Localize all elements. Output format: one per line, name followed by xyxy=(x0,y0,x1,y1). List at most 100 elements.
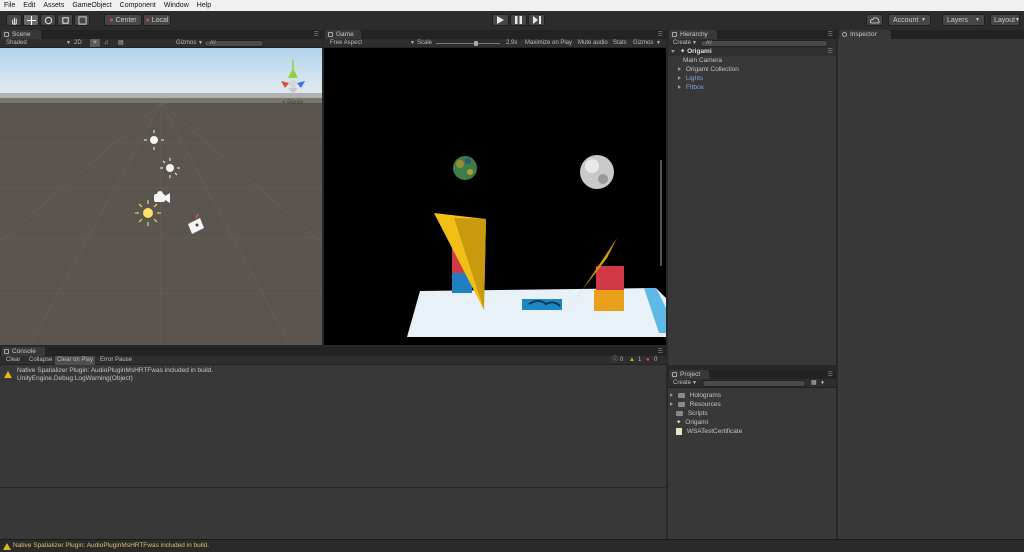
scene-search-input[interactable]: All xyxy=(204,40,264,47)
tab-scene[interactable]: Scene xyxy=(1,30,41,39)
rotate-tool-button[interactable] xyxy=(40,14,56,26)
account-dropdown[interactable]: Account ▼ xyxy=(888,14,931,26)
menu-gameobject[interactable]: GameObject xyxy=(68,2,115,9)
hierarchy-item-lights[interactable]: Lights xyxy=(678,74,703,83)
hand-tool-button[interactable] xyxy=(6,14,22,26)
lighting-toggle-icon[interactable]: ☀ xyxy=(90,39,100,47)
hierarchy-panel-menu-icon[interactable]: ☰ xyxy=(828,31,833,38)
origami-collection-expand-icon[interactable] xyxy=(678,67,681,72)
gizmos-chevron-icon: ▼ xyxy=(198,40,203,46)
console-clear-on-play-toggle[interactable]: Clear on Play xyxy=(55,356,96,365)
project-item-wsatestcertificate[interactable]: WSATestCertificate xyxy=(676,427,742,436)
rect-tool-icon xyxy=(77,15,87,25)
scale-slider[interactable] xyxy=(436,41,500,46)
scene-root-expand-icon[interactable] xyxy=(671,49,675,53)
menu-window[interactable]: Window xyxy=(160,2,193,9)
filter-by-label-icon[interactable]: ♦ xyxy=(821,379,824,388)
holograms-expand-icon[interactable] xyxy=(670,393,673,398)
status-message: Native Spatializer Plugin: AudioPluginMs… xyxy=(13,542,210,549)
shading-mode-dropdown[interactable]: Shaded xyxy=(6,39,27,48)
tab-console[interactable]: Console xyxy=(1,347,45,356)
project-search-input[interactable] xyxy=(702,380,806,387)
menu-help[interactable]: Help xyxy=(193,2,215,9)
scene-panel-menu-icon[interactable]: ☰ xyxy=(314,31,319,38)
project-create-dropdown[interactable]: Create xyxy=(673,379,691,388)
play-button[interactable] xyxy=(492,14,509,26)
audio-toggle-icon[interactable]: ♫ xyxy=(104,39,109,48)
hierarchy-item-fitbox[interactable]: FItbox xyxy=(678,83,704,92)
project-item-scripts[interactable]: Scripts xyxy=(676,409,708,418)
project-item-origami[interactable]: ✦ Origami xyxy=(676,418,708,427)
scale-tool-button[interactable] xyxy=(57,14,73,26)
lights-expand-icon[interactable] xyxy=(678,76,681,81)
folder-icon xyxy=(677,401,685,407)
tab-hierarchy[interactable]: Hierarchy xyxy=(669,30,717,39)
move-tool-button[interactable] xyxy=(23,14,39,26)
tab-project[interactable]: Project xyxy=(669,370,709,379)
game-gizmos-dropdown[interactable]: Gizmos xyxy=(633,39,653,48)
hierarchy-tab-icon xyxy=(672,32,677,37)
stats-toggle[interactable]: Stats xyxy=(613,39,627,48)
game-panel-menu-icon[interactable]: ☰ xyxy=(658,31,663,38)
console-log-entry[interactable]: Native Spatializer Plugin: AudioPluginMs… xyxy=(0,366,666,384)
hierarchy-item-main-camera[interactable]: Main Camera xyxy=(683,56,722,65)
layout-label: Layout xyxy=(994,16,1016,24)
status-bar[interactable]: Native Spatializer Plugin: AudioPluginMs… xyxy=(0,539,1024,552)
scale-slider-thumb[interactable] xyxy=(474,41,479,46)
step-button[interactable] xyxy=(528,14,545,26)
2d-toggle[interactable]: 2D xyxy=(74,39,82,48)
persp-label[interactable]: < Persp xyxy=(282,100,304,106)
scene-root-menu-icon[interactable]: ☰ xyxy=(827,47,833,56)
game-viewport[interactable] xyxy=(324,48,666,345)
info-count: 0 xyxy=(620,357,624,363)
fitbox-expand-icon[interactable] xyxy=(678,85,681,90)
effects-dropdown-icon[interactable]: ▤ xyxy=(118,39,124,48)
hierarchy-scene-root[interactable]: ✦ Origami ☰ xyxy=(668,47,836,56)
folder-icon xyxy=(677,392,685,398)
resources-expand-icon[interactable] xyxy=(670,402,673,407)
tab-game[interactable]: Game xyxy=(325,30,361,39)
console-detail-divider[interactable] xyxy=(0,487,666,488)
console-panel-menu-icon[interactable]: ☰ xyxy=(658,348,663,355)
pivot-toggle[interactable]: ● Center xyxy=(104,14,142,26)
hierarchy-search-input[interactable]: All xyxy=(700,40,828,47)
maximize-on-play-toggle[interactable]: Maximize on Play xyxy=(525,39,572,48)
rect-tool-button[interactable] xyxy=(74,14,90,26)
layout-chevron-icon: ▼ xyxy=(1015,17,1020,23)
scene-viewport[interactable]: < Persp xyxy=(0,48,322,345)
aspect-dropdown[interactable]: Free Aspect xyxy=(330,39,362,48)
green-ball-object xyxy=(453,156,477,180)
main-toolbar: ● Center ● Local Account ▼ Layers ▼ Layo… xyxy=(0,11,1024,30)
layout-dropdown[interactable]: Layout ▼ xyxy=(990,14,1020,26)
red-cube-object xyxy=(596,266,624,290)
mute-audio-toggle[interactable]: Mute audio xyxy=(578,39,608,48)
origami-collection-label: Origami Collection xyxy=(685,66,739,73)
project-item-holograms[interactable]: Holograms xyxy=(670,391,721,400)
game-gizmos-chevron-icon: ▼ xyxy=(656,40,661,46)
menu-edit[interactable]: Edit xyxy=(19,2,39,9)
scene-toolbar: Shaded ▼ 2D ☀ ♫ ▤ Gizmos ▼ All xyxy=(0,39,322,48)
error-count-icon[interactable]: ● xyxy=(646,356,650,365)
tab-inspector[interactable]: Inspector xyxy=(839,30,891,39)
menu-file[interactable]: File xyxy=(0,2,19,9)
project-item-resources[interactable]: Resources xyxy=(670,400,721,409)
menu-component[interactable]: Component xyxy=(116,2,160,9)
console-collapse-button[interactable]: Collapse xyxy=(29,356,52,365)
project-tabbar: Project ☰ xyxy=(668,370,836,379)
game-scrollbar[interactable] xyxy=(660,160,662,266)
pause-button[interactable] xyxy=(510,14,527,26)
hierarchy-tabbar: Hierarchy ☰ xyxy=(668,30,836,39)
hierarchy-item-origami-collection[interactable]: Origami Collection xyxy=(678,65,739,74)
filter-by-type-icon[interactable]: ▦ xyxy=(811,379,817,388)
cloud-button[interactable] xyxy=(866,14,883,26)
space-toggle[interactable]: ● Local xyxy=(143,14,171,26)
warning-count-icon[interactable]: ▲ xyxy=(629,356,635,365)
console-clear-button[interactable]: Clear xyxy=(6,356,20,365)
info-count-icon[interactable]: ⓘ xyxy=(612,356,618,365)
console-error-pause-toggle[interactable]: Error Pause xyxy=(100,356,132,365)
layers-dropdown[interactable]: Layers ▼ xyxy=(942,14,985,26)
project-panel-menu-icon[interactable]: ☰ xyxy=(828,371,833,378)
lights-label: Lights xyxy=(685,75,704,82)
menu-assets[interactable]: Assets xyxy=(39,2,68,9)
scene-gizmos-dropdown[interactable]: Gizmos xyxy=(176,39,196,48)
